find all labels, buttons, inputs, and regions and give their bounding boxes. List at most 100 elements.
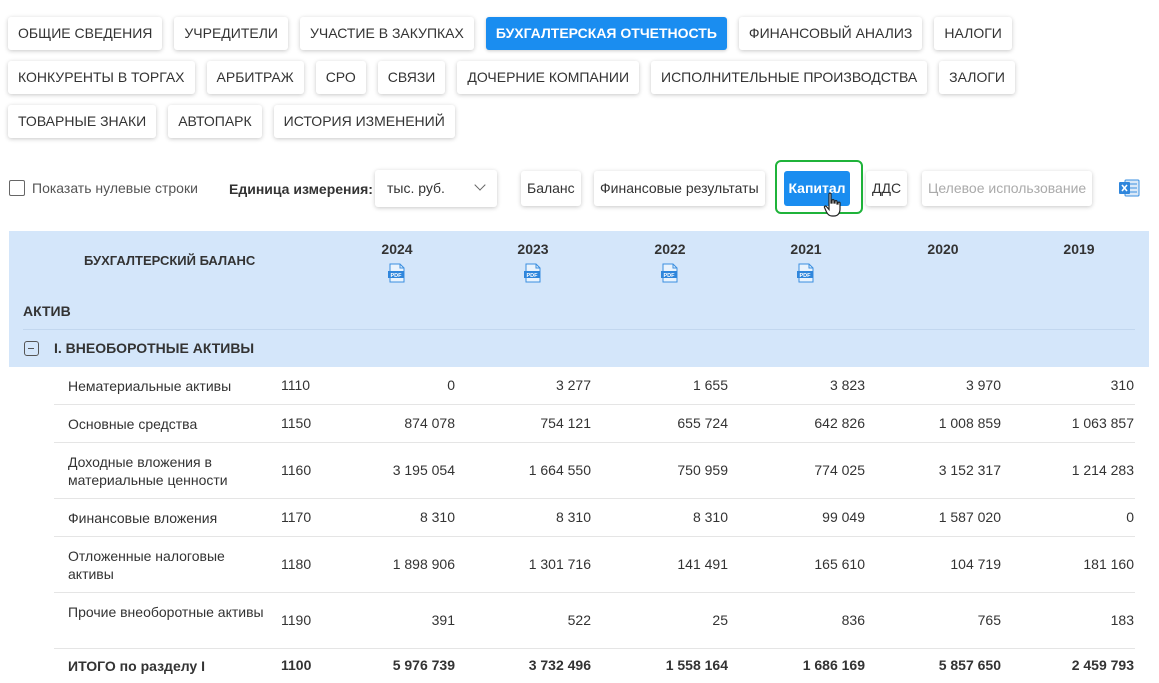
year-header: 2019 (1063, 241, 1095, 257)
table-row: Нематериальные активы 1110 0 3 277 1 655 3 82… (54, 367, 1135, 405)
year-header: 2024 (381, 241, 413, 257)
row-value: 165 610 (814, 556, 865, 572)
tab-item[interactable]: СВЯЗИ (377, 61, 446, 94)
fin-results-button[interactable]: Финансовые результаты (594, 171, 765, 206)
row-code: 1190 (281, 612, 312, 628)
excel-export-icon[interactable] (1119, 179, 1140, 197)
tab-item[interactable]: АРБИТРАЖ (206, 61, 304, 94)
tab-item[interactable]: ИСТОРИЯ ИЗМЕНЕНИЙ (273, 105, 455, 138)
row-value: 3 152 317 (938, 462, 1001, 478)
tab-item[interactable]: ЗАЛОГИ (939, 61, 1015, 94)
row-code: 1160 (281, 462, 312, 478)
pdf-icon[interactable]: PDF (797, 263, 815, 283)
row-code: 1110 (281, 377, 311, 393)
pdf-icon[interactable]: PDF (661, 263, 679, 283)
row-value: 3 277 (555, 377, 591, 393)
tab-active[interactable]: БУХГАЛТЕРСКАЯ ОТЧЕТНОСТЬ (485, 17, 727, 50)
row-value: 754 121 (540, 415, 591, 431)
dds-button[interactable]: ДДС (866, 171, 908, 206)
row-value: 391 (431, 612, 455, 628)
tab-item[interactable]: ИСПОЛНИТЕЛЬНЫЕ ПРОИЗВОДСТВА (651, 61, 928, 94)
show-zero-rows-label[interactable]: Показать нулевые строки (32, 180, 198, 196)
divider (23, 329, 1135, 330)
row-value: 0 (447, 377, 455, 393)
row-value: 25 (712, 612, 728, 628)
row-value: 655 724 (677, 415, 728, 431)
unit-label: Единица измерения: (229, 181, 373, 197)
tab-item[interactable]: УЧАСТИЕ В ЗАКУПКАХ (299, 17, 474, 50)
year-header: 2023 (517, 241, 549, 257)
row-name: ИТОГО по разделу I (68, 658, 205, 674)
tab-item[interactable]: АВТОПАРК (168, 105, 262, 138)
row-value: 1 558 164 (665, 657, 728, 673)
pdf-icon-label: PDF (391, 273, 403, 279)
row-value: 1 655 (692, 377, 728, 393)
row-value: 8 310 (555, 509, 591, 525)
row-name: Финансовые вложения (68, 510, 218, 526)
row-value: 310 (1110, 377, 1134, 393)
tab-item[interactable]: НАЛОГИ (934, 17, 1012, 50)
row-value: 522 (567, 612, 591, 628)
pdf-icon-label: PDF (800, 273, 812, 279)
pdf-icon[interactable]: PDF (524, 263, 542, 283)
row-value: 836 (841, 612, 865, 628)
tabs-row: КОНКУРЕНТЫ В ТОРГАХ АРБИТРАЖ СРО СВЯЗИ ДОЧЕР… (8, 61, 1027, 94)
collapse-icon[interactable] (24, 341, 39, 356)
year-header: 2020 (927, 241, 959, 257)
year-header: 2021 (790, 241, 822, 257)
table-row: Основные средства 1150 874 078 754 121 655 7… (54, 405, 1135, 443)
table-row: Финансовые вложения 1170 8 310 8 310 8 310 99… (54, 499, 1135, 537)
tabs-row: ОБЩИЕ СВЕДЕНИЯ УЧРЕДИТЕЛИ УЧАСТИЕ В ЗАКУПК… (8, 17, 1024, 50)
row-value: 99 049 (822, 509, 865, 525)
row-value: 1 214 283 (1071, 462, 1134, 478)
tab-item[interactable]: КОНКУРЕНТЫ В ТОРГАХ (8, 61, 195, 94)
balance-table: БУХГАЛТЕРСКИЙ БАЛАНС 2024 PDF 2023 PDF 2022 P… (9, 231, 1149, 683)
tab-item[interactable]: УЧРЕДИТЕЛИ (174, 17, 288, 50)
year-header: 2022 (654, 241, 686, 257)
pdf-icon[interactable]: PDF (388, 263, 406, 283)
tabs-row: ТОВАРНЫЕ ЗНАКИ АВТОПАРК ИСТОРИЯ ИЗМЕНЕНИЙ (8, 105, 467, 138)
row-value: 183 (1110, 612, 1134, 628)
unit-select[interactable]: тыс. руб. (375, 170, 497, 207)
row-value: 1 686 169 (802, 657, 865, 673)
show-zero-rows-checkbox[interactable] (9, 180, 25, 196)
table-row: ИТОГО по разделу I 1100 5 976 739 3 732 496… (54, 649, 1135, 683)
target-use-button[interactable]: Целевое использование (922, 171, 1093, 206)
table-row: Отложенные налоговые активы 1180 1 898 906… (54, 537, 1135, 593)
row-value: 1 587 020 (938, 509, 1001, 525)
row-value: 104 719 (950, 556, 1001, 572)
row-value: 1 301 716 (528, 556, 591, 572)
row-code: 1170 (281, 509, 312, 525)
row-code: 1100 (281, 657, 312, 673)
row-value: 3 732 496 (528, 657, 591, 673)
filter-bar: Показать нулевые строки Единица измерени… (0, 160, 1159, 217)
row-value: 750 959 (677, 462, 728, 478)
chevron-down-icon (474, 179, 486, 191)
table-title: БУХГАЛТЕРСКИЙ БАЛАНС (84, 253, 256, 268)
table-row: Доходные вложения в материальные ценност… (54, 443, 1135, 499)
row-value: 2 459 793 (1071, 657, 1134, 673)
pdf-icon-label: PDF (527, 273, 539, 279)
row-value: 5 857 650 (938, 657, 1001, 673)
tab-item[interactable]: ДОЧЕРНИЕ КОМПАНИИ (457, 61, 639, 94)
row-value: 774 025 (814, 462, 865, 478)
row-name: Отложенные налоговые активы (68, 548, 225, 582)
tab-item[interactable]: СРО (315, 61, 366, 94)
group-label: АКТИВ (23, 303, 71, 319)
hand-cursor-icon (823, 192, 841, 217)
tab-item[interactable]: ТОВАРНЫЕ ЗНАКИ (8, 105, 157, 138)
balance-button[interactable]: Баланс (521, 171, 581, 206)
row-value: 3 195 054 (392, 462, 455, 478)
pdf-icon-label: PDF (664, 273, 676, 279)
row-code: 1150 (281, 415, 312, 431)
row-value: 765 (977, 612, 1001, 628)
tab-item[interactable]: ФИНАНСОВЫЙ АНАЛИЗ (738, 17, 923, 50)
tab-item[interactable]: ОБЩИЕ СВЕДЕНИЯ (8, 17, 163, 50)
row-value: 5 976 739 (392, 657, 455, 673)
row-name: Доходные вложения в материальные ценност… (68, 454, 228, 488)
row-value: 874 078 (404, 415, 455, 431)
row-value: 8 310 (419, 509, 455, 525)
row-value: 3 970 (965, 377, 1001, 393)
row-name: Прочие внеоборотные активы (68, 604, 264, 620)
row-value: 1 898 906 (392, 556, 455, 572)
